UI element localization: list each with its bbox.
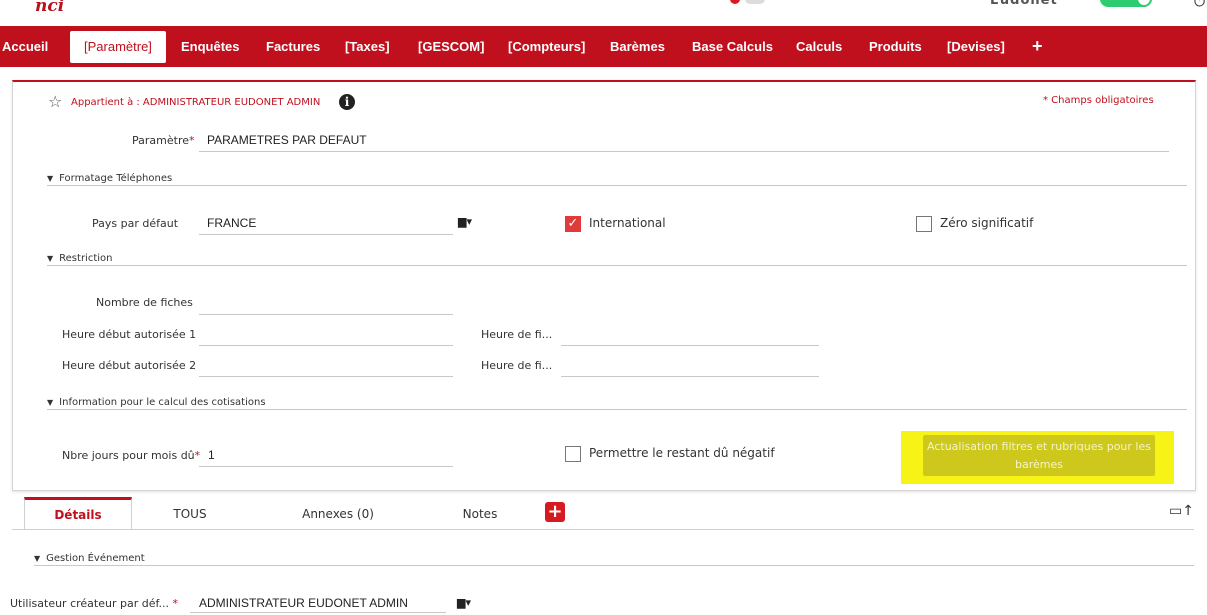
section-restriction-line (47, 265, 1187, 266)
required-fields-note: * Champs obligatoires (1043, 95, 1154, 106)
createur-field[interactable]: ADMINISTRATEUR EUDONET ADMIN (199, 596, 408, 610)
status-pill (745, 0, 765, 4)
section-cotisations-line (47, 409, 1187, 410)
folder-icon[interactable]: ▆▾ (457, 596, 471, 609)
nav-tab-accueil[interactable]: Accueil (2, 26, 48, 67)
nav-tab-enquetes[interactable]: Enquêtes (181, 26, 240, 67)
pays-field-line (199, 234, 453, 235)
star-icon[interactable]: ☆ (48, 92, 62, 111)
section-cotisations[interactable]: ▼ Information pour le calcul des cotisati… (47, 397, 266, 408)
nav-tab-calculs[interactable]: Calculs (796, 26, 842, 67)
app-logo: nci (35, 0, 65, 16)
section-gestion-evenement[interactable]: ▼ Gestion Événement (34, 553, 145, 564)
nav-tab-factures[interactable]: Factures (266, 26, 320, 67)
heure-fin-1-field[interactable] (561, 345, 819, 346)
panel-toggle-icon[interactable]: ▭↑ (1169, 503, 1194, 519)
international-label: International (589, 216, 666, 230)
heure-debut-1-field[interactable] (199, 345, 453, 346)
folder-icon[interactable]: ▆▾ (458, 215, 472, 228)
tab-tous[interactable]: TOUS (154, 497, 226, 529)
nav-tab-gescom[interactable]: [GESCOM] (418, 26, 484, 67)
section-gestion-line (34, 565, 1194, 566)
tab-details[interactable]: Détails (24, 497, 132, 529)
nav-tab-compteurs[interactable]: [Compteurs] (508, 26, 585, 67)
jours-mois-label: Nbre jours pour mois dû* (62, 449, 201, 462)
createur-field-line (190, 612, 446, 613)
restant-negatif-label: Permettre le restant dû négatif (589, 446, 775, 460)
add-tab-icon[interactable]: + (545, 502, 565, 522)
section-telephones-line (47, 185, 1187, 186)
collapse-triangle-icon: ▼ (47, 174, 54, 183)
main-nav: Accueil [Paramètre] Enquêtes Factures [T… (0, 26, 1207, 67)
mode-toggle[interactable] (1100, 0, 1152, 7)
parameter-card: ☆ Appartient à : ADMINISTRATEUR EUDONET … (12, 80, 1196, 491)
nombre-fiches-field[interactable] (199, 314, 453, 315)
info-icon[interactable]: i (339, 94, 355, 110)
collapse-triangle-icon: ▼ (47, 398, 54, 407)
jours-mois-field-line (199, 466, 453, 467)
actualisation-button[interactable]: Actualisation filtres et rubriques pour … (923, 435, 1155, 476)
logout-icon[interactable]: ⏻ (1194, 0, 1205, 10)
collapse-triangle-icon: ▼ (47, 254, 54, 263)
heure-fin-2-field[interactable] (561, 376, 819, 377)
nav-tab-taxes[interactable]: [Taxes] (345, 26, 390, 67)
tab-annexes[interactable]: Annexes (0) (290, 497, 386, 529)
detail-tabs: Détails TOUS Annexes (0) Notes + ▭↑ (12, 497, 1194, 530)
nombre-fiches-label: Nombre de fiches (96, 296, 193, 309)
zero-significatif-label: Zéro significatif (940, 216, 1034, 230)
heure-debut-2-field[interactable] (199, 376, 453, 377)
nav-tab-parametre[interactable]: [Paramètre] (70, 31, 166, 63)
tab-notes[interactable]: Notes (452, 497, 508, 529)
user-name[interactable]: Eudonet (990, 0, 1058, 8)
action-highlight: Actualisation filtres et rubriques pour … (901, 431, 1174, 484)
pays-label: Pays par défaut (92, 217, 179, 230)
restant-negatif-checkbox[interactable] (565, 446, 581, 462)
collapse-triangle-icon: ▼ (34, 554, 41, 563)
heure-fin-2-label: Heure de fi... (481, 359, 553, 372)
nav-tab-baremes[interactable]: Barèmes (610, 26, 665, 67)
notification-dot-icon[interactable] (730, 0, 740, 4)
international-checkbox[interactable]: ✓ (565, 216, 581, 232)
nav-tab-produits[interactable]: Produits (869, 26, 922, 67)
top-strip: nci Eudonet ⏻ (0, 0, 1207, 26)
pays-field[interactable]: FRANCE (207, 216, 256, 230)
owner-text: Appartient à : ADMINISTRATEUR EUDONET AD… (71, 97, 321, 108)
parametre-field[interactable]: PARAMETRES PAR DEFAUT (207, 133, 367, 147)
nav-tab-devises[interactable]: [Devises] (947, 26, 1005, 67)
jours-mois-field[interactable]: 1 (208, 448, 215, 462)
zero-significatif-checkbox[interactable] (916, 216, 932, 232)
heure-debut-2-label: Heure début autorisée 2 (62, 359, 197, 372)
nav-tab-base-calculs[interactable]: Base Calculs (692, 26, 773, 67)
section-telephones[interactable]: ▼ Formatage Téléphones (47, 173, 172, 184)
parametre-field-line (199, 151, 1169, 152)
createur-label: Utilisateur créateur par déf... * (10, 597, 179, 610)
nav-add-tab-button[interactable]: + (1032, 26, 1043, 67)
parametre-label: Paramètre* (132, 134, 195, 147)
heure-debut-1-label: Heure début autorisée 1 (62, 328, 197, 341)
heure-fin-1-label: Heure de fi... (481, 328, 553, 341)
section-restriction[interactable]: ▼ Restriction (47, 253, 112, 264)
